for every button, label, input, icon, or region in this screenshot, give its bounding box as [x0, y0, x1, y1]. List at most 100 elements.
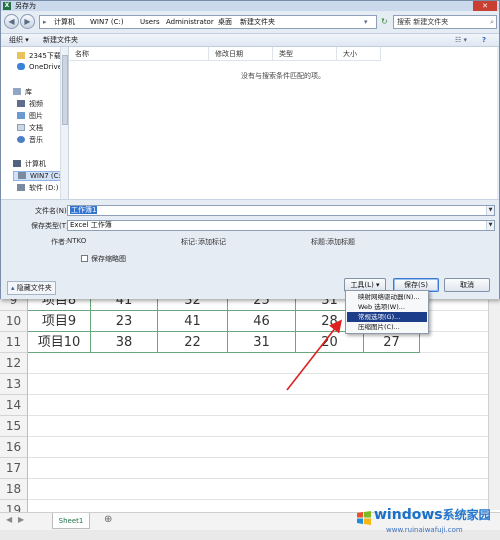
filename-label: 文件名(N): — [35, 207, 70, 215]
search-input[interactable]: 搜索 新建文件夹 ⌕ — [393, 15, 497, 29]
close-button[interactable]: ✕ — [473, 1, 497, 11]
chevron-down-icon[interactable]: ▼ — [486, 221, 494, 230]
breadcrumb-item[interactable]: WIN7 (C:) — [90, 16, 124, 28]
chevron-down-icon[interactable]: ▼ — [486, 206, 494, 215]
cloud-icon — [17, 63, 25, 70]
nav-scrollbar[interactable] — [60, 47, 68, 199]
breadcrumb-item[interactable]: 桌面 — [218, 16, 232, 28]
table-cell[interactable]: 41 — [158, 311, 228, 332]
hide-folders-button[interactable]: ▴ 隐藏文件夹 — [7, 281, 56, 295]
title-value[interactable]: 添加标题 — [327, 237, 355, 247]
back-arrow-icon[interactable]: ◀ — [4, 14, 19, 29]
sheet-tab[interactable]: Sheet1 — [52, 513, 90, 529]
table-cell[interactable]: 46 — [228, 311, 296, 332]
row-header[interactable]: 15 — [0, 416, 28, 437]
row-header[interactable]: 13 — [0, 374, 28, 395]
refresh-icon[interactable]: ↻ — [381, 17, 388, 26]
thumbnail-checkbox[interactable]: 保存缩略图 — [81, 254, 126, 264]
table-cell[interactable]: 项目10 — [28, 332, 91, 353]
table-cell[interactable]: 20 — [296, 332, 364, 353]
table-cell[interactable]: 23 — [91, 311, 158, 332]
tags-value[interactable]: 添加标记 — [198, 237, 226, 247]
menu-item-general-options[interactable]: 常规选项(G)... — [347, 312, 427, 322]
menu-item-map-drive[interactable]: 映射网络驱动器(N)... — [347, 292, 427, 302]
row-header[interactable]: 12 — [0, 353, 28, 374]
table-row — [28, 458, 488, 479]
address-row: ◀ ▶ ▸ 计算机 WIN7 (C:) Users Administrator … — [1, 11, 499, 33]
music-icon — [17, 136, 25, 143]
menu-item-web-options[interactable]: Web 选项(W)... — [347, 302, 427, 312]
breadcrumb-item[interactable]: 新建文件夹 — [240, 16, 275, 28]
nav-item-drive-d[interactable]: 软件 (D:) — [17, 183, 58, 193]
table-cell[interactable]: 27 — [364, 332, 420, 353]
search-placeholder: 搜索 新建文件夹 — [397, 18, 449, 26]
table-cell[interactable]: 38 — [91, 332, 158, 353]
navigation-pane: 2345下载 OneDrive 库 视频 图片 文档 音乐 计算机 WIN7 (… — [1, 47, 69, 199]
table-row — [28, 353, 488, 374]
folder-icon — [17, 52, 25, 59]
table-row — [28, 395, 488, 416]
nav-item-music[interactable]: 音乐 — [17, 135, 43, 145]
drive-icon — [18, 172, 26, 179]
row-header[interactable]: 17 — [0, 458, 28, 479]
menu-item-compress-pictures[interactable]: 压缩图片(C)... — [347, 322, 427, 332]
add-sheet-icon[interactable]: ⊕ — [104, 514, 112, 525]
nav-item-pictures[interactable]: 图片 — [17, 111, 43, 121]
chevron-down-icon[interactable]: ▾ — [364, 16, 368, 28]
column-header-name[interactable]: 名称 — [69, 47, 209, 61]
excel-icon: X — [3, 2, 11, 10]
breadcrumb-item[interactable]: Users — [140, 16, 160, 28]
organize-button[interactable]: 组织 ▾ — [9, 34, 29, 47]
column-header-size[interactable]: 大小 — [337, 47, 381, 61]
cancel-button[interactable]: 取消 — [444, 278, 490, 292]
drive-icon — [17, 184, 25, 191]
picture-icon — [17, 112, 25, 119]
breadcrumb-item[interactable]: 计算机 — [54, 16, 75, 28]
computer-icon — [13, 160, 21, 167]
nav-item-onedrive[interactable]: OneDrive — [17, 63, 62, 71]
nav-item-2345[interactable]: 2345下载 — [17, 51, 61, 61]
table-cell[interactable]: 项目9 — [28, 311, 91, 332]
nav-item-library[interactable]: 库 — [13, 87, 32, 97]
scroll-thumb[interactable] — [62, 55, 68, 125]
row-header[interactable]: 11 — [0, 332, 28, 353]
row-header[interactable]: 18 — [0, 479, 28, 500]
new-folder-button[interactable]: 新建文件夹 — [43, 34, 78, 47]
watermark-brand: windows系统家园 — [374, 507, 491, 523]
dialog-title: 另存为 — [15, 2, 36, 10]
table-row — [28, 416, 488, 437]
address-bar[interactable]: ▸ 计算机 WIN7 (C:) Users Administrator 桌面 新… — [39, 15, 377, 29]
help-icon[interactable]: ? — [482, 34, 486, 47]
library-icon — [13, 88, 21, 95]
nav-item-computer[interactable]: 计算机 — [13, 159, 46, 169]
checkbox-box[interactable] — [81, 255, 88, 262]
tab-nav-left-icon[interactable]: ◀ — [6, 515, 12, 524]
tab-nav-right-icon[interactable]: ▶ — [18, 515, 24, 524]
filename-value: 工作簿1 — [70, 206, 98, 214]
filetype-select[interactable]: Excel 工作簿 ▼ — [67, 220, 495, 231]
watermark-url: www.ruinaiwafuji.com — [386, 526, 463, 534]
row-header[interactable]: 16 — [0, 437, 28, 458]
authors-value[interactable]: NTKO — [67, 237, 86, 245]
table-cell[interactable]: 31 — [228, 332, 296, 353]
dialog-titlebar: X 另存为 ✕ — [1, 1, 499, 11]
view-options-icon[interactable]: ☷ ▾ — [455, 34, 467, 47]
column-header-date[interactable]: 修改日期 — [209, 47, 273, 61]
row-header[interactable]: 10 — [0, 311, 28, 332]
table-cell[interactable]: 22 — [158, 332, 228, 353]
nav-item-videos[interactable]: 视频 — [17, 99, 43, 109]
authors-label: 作者: — [51, 238, 68, 246]
nav-item-documents[interactable]: 文档 — [17, 123, 43, 133]
filename-input[interactable]: 工作簿1 ▼ — [67, 205, 495, 216]
file-list: 名称 修改日期 类型 大小 没有与搜索条件匹配的项。 — [69, 47, 497, 199]
forward-arrow-icon[interactable]: ▶ — [20, 14, 35, 29]
breadcrumb-item[interactable]: Administrator — [166, 16, 214, 28]
nav-item-drive-c[interactable]: WIN7 (C:) — [13, 171, 65, 181]
document-icon — [17, 124, 25, 131]
tools-menu: 映射网络驱动器(N)... Web 选项(W)... 常规选项(G)... 压缩… — [345, 290, 429, 334]
row-header[interactable]: 14 — [0, 395, 28, 416]
filetype-value: Excel 工作簿 — [70, 221, 112, 229]
search-icon: ⌕ — [490, 18, 494, 26]
column-header-type[interactable]: 类型 — [273, 47, 337, 61]
vertical-scrollbar[interactable] — [488, 300, 500, 510]
